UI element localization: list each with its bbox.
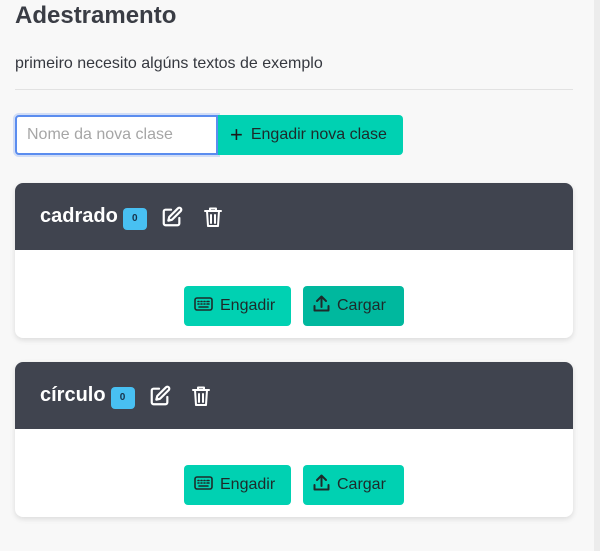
add-class-label: Engadir nova clase — [250, 126, 387, 143]
divider — [15, 89, 573, 90]
page-description: primeiro necesito algúns textos de exemp… — [15, 55, 323, 72]
class-card-header: cadrado 0 — [15, 183, 573, 250]
scrollbar-track[interactable] — [594, 0, 600, 551]
add-sample-button[interactable]: Engadir — [184, 465, 291, 505]
edit-icon[interactable] — [161, 206, 183, 228]
trash-icon[interactable] — [191, 385, 211, 407]
add-sample-button[interactable]: Engadir — [184, 286, 291, 326]
upload-icon — [313, 474, 330, 496]
class-card: cadrado 0 Engadir Cargar — [15, 183, 573, 338]
new-class-input[interactable] — [15, 115, 218, 155]
keyboard-icon — [194, 296, 213, 316]
class-card: círculo 0 Engadir Cargar — [15, 362, 573, 517]
sample-count-badge: 0 — [110, 386, 135, 409]
upload-button[interactable]: Cargar — [303, 286, 404, 326]
upload-label: Cargar — [337, 297, 386, 314]
upload-icon — [313, 295, 330, 317]
keyboard-icon — [194, 475, 213, 495]
class-card-body: Engadir Cargar — [15, 250, 573, 338]
new-class-row: + Engadir nova clase — [15, 115, 573, 155]
class-card-header: círculo 0 — [15, 362, 573, 429]
class-name: círculo — [40, 384, 106, 406]
class-card-body: Engadir Cargar — [15, 429, 573, 517]
class-name: cadrado — [40, 205, 118, 227]
plus-icon: + — [230, 122, 243, 147]
page-title: Adestramento — [15, 2, 177, 29]
upload-button[interactable]: Cargar — [303, 465, 404, 505]
add-class-button[interactable]: + Engadir nova clase — [218, 115, 403, 155]
edit-icon[interactable] — [149, 385, 171, 407]
upload-label: Cargar — [337, 476, 386, 493]
add-sample-label: Engadir — [220, 476, 276, 493]
sample-count-badge: 0 — [122, 207, 147, 230]
main-content: Adestramento primeiro necesito algúns te… — [15, 0, 573, 517]
trash-icon[interactable] — [203, 206, 223, 228]
add-sample-label: Engadir — [220, 297, 276, 314]
